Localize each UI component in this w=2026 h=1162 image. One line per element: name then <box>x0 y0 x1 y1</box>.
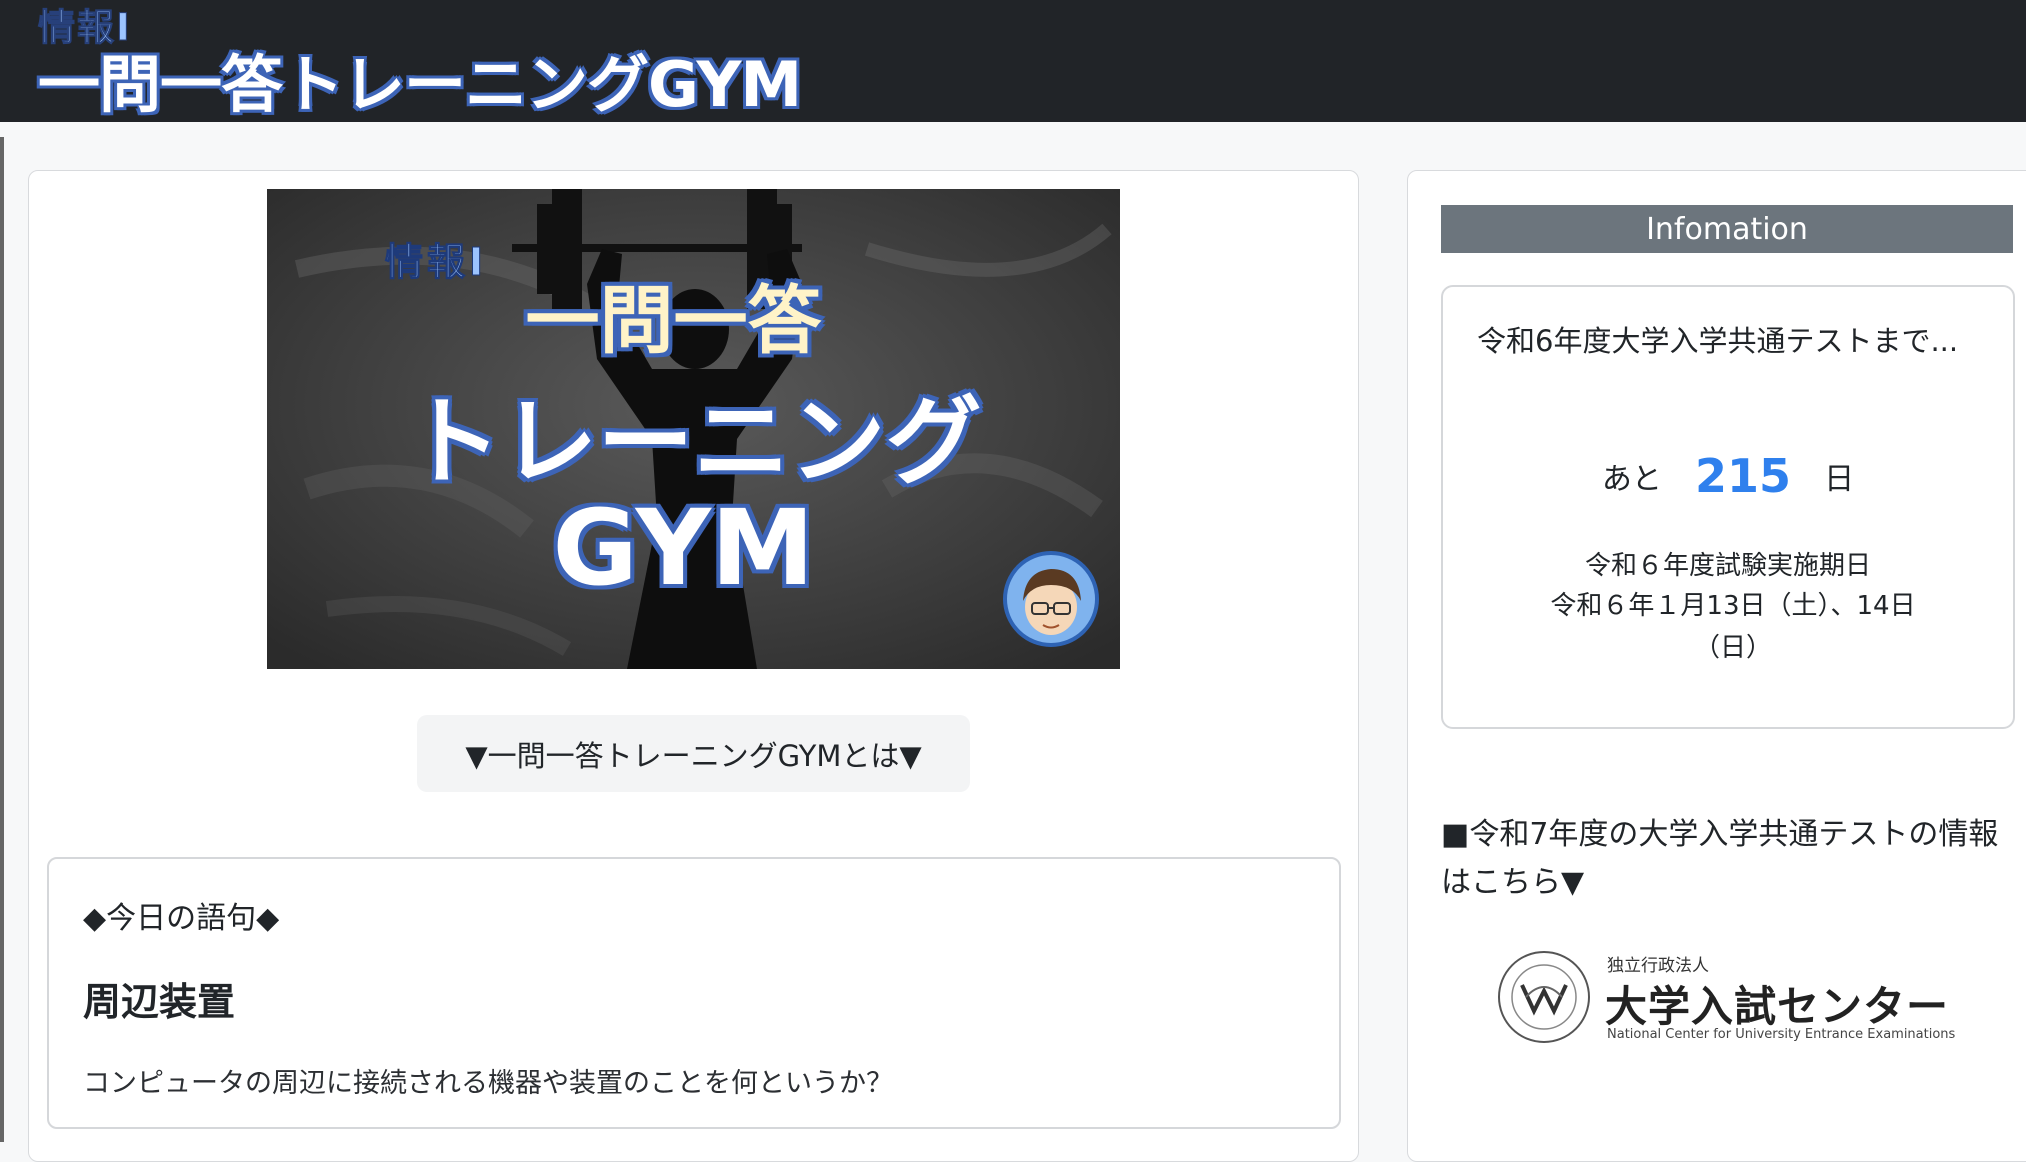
hero-title-line1: 一問一答 <box>525 278 822 364</box>
r7-exam-info-text: ■令和7年度の大学入学共通テストの情報はこちら▼ <box>1441 817 1999 900</box>
brand-subtitle: 情報Ⅰ <box>37 6 132 50</box>
site-logo-link[interactable]: 情報Ⅰ 一問一答トレーニングGYM <box>37 6 802 121</box>
dnc-english-name: National Center for University Entrance … <box>1607 1027 1956 1042</box>
countdown-prefix: あと <box>1601 462 1662 497</box>
exam-date: 令和６年１月13日（土）、14日（日） <box>1550 591 1916 663</box>
avatar <box>1003 551 1099 647</box>
hero-banner-image: 情報Ⅰ 一問一答 トレーニング GYM <box>267 189 1120 669</box>
hero-title-line2: トレーニング <box>405 386 982 498</box>
exam-countdown-card: 令和6年度大学入学共通テストまで... あと 215 日 令和６年度試験実施期日… <box>1441 285 2015 729</box>
dnc-seal-icon <box>1498 951 1590 1043</box>
left-edge-bar <box>0 137 4 1142</box>
top-navbar: 情報Ⅰ 一問一答トレーニングGYM <box>0 0 2026 122</box>
information-header: Infomation <box>1441 205 2013 253</box>
teacher-face-icon <box>1023 569 1081 635</box>
hero-title-line3: GYM <box>552 487 815 609</box>
sidebar-card: Infomation 令和6年度大学入学共通テストまで... あと 215 日 … <box>1407 170 2026 1162</box>
word-of-the-day-heading: ◆今日の語句◆ <box>83 901 280 936</box>
brand-title: 一問一答トレーニングGYM <box>38 48 802 121</box>
countdown-row: あと 215 日 <box>1443 449 2013 503</box>
main-content-card: 情報Ⅰ 一問一答 トレーニング GYM ▼一問一答トレーニングGYMとは▼ ◆今… <box>28 170 1359 1162</box>
countdown-suffix: 日 <box>1824 462 1855 497</box>
about-gym-button[interactable]: ▼一問一答トレーニングGYMとは▼ <box>417 715 970 792</box>
word-question: コンピュータの周辺に接続される機器や装置のことを何というか？ <box>83 1068 893 1099</box>
dnc-logo-link[interactable]: 独立行政法人 大学入試センター National Center for Univ… <box>1496 949 1966 1045</box>
word-term: 周辺装置 <box>83 980 236 1024</box>
dnc-name: 大学入試センター <box>1605 982 1950 1031</box>
word-of-the-day-card: ◆今日の語句◆ 周辺装置 コンピュータの周辺に接続される機器や装置のことを何とい… <box>47 857 1341 1129</box>
exam-date-title: 令和６年度試験実施期日 <box>1584 551 1871 581</box>
countdown-days: 215 <box>1694 449 1792 503</box>
countdown-title: 令和6年度大学入学共通テストまで... <box>1477 324 1959 358</box>
